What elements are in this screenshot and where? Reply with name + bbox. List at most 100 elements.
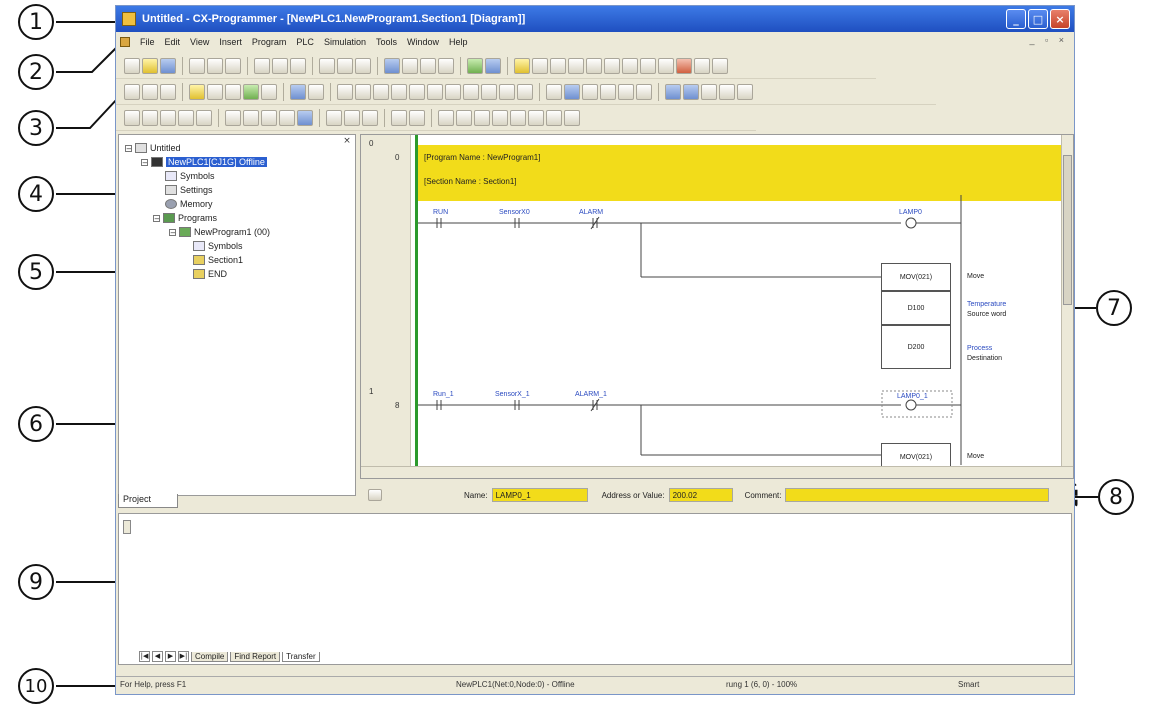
coil-nc-icon[interactable] [463,83,479,100]
transfer-to-plc-icon[interactable] [665,83,681,100]
menu-file[interactable]: File [140,37,155,47]
vertical-scrollbar[interactable] [1061,135,1073,468]
paste-icon[interactable] [290,57,306,74]
menu-program[interactable]: Program [252,37,287,47]
run-mode-icon[interactable] [636,83,652,100]
scroll-thumb[interactable] [1063,155,1072,305]
compile-icon[interactable] [658,57,674,74]
stop-sim-icon[interactable] [510,109,526,126]
address-field[interactable]: 200.02 [668,488,733,502]
tree-memory[interactable]: Memory [165,199,213,209]
simulator-io-icon[interactable] [160,109,176,126]
break-icon[interactable] [391,109,407,126]
redo-icon[interactable] [337,57,353,74]
window-icon[interactable] [604,57,620,74]
save-icon[interactable] [160,57,176,74]
menu-tools[interactable]: Tools [376,37,397,47]
menu-plc[interactable]: PLC [296,37,314,47]
tree-programs[interactable]: − Programs [153,213,217,223]
tab-compile[interactable]: Compile [191,651,229,662]
mdi-window-buttons[interactable]: _ ▫ × [1030,35,1068,45]
online-edit-icon[interactable] [719,83,735,100]
cut-icon[interactable] [254,57,270,74]
contact-or-icon[interactable] [373,83,389,100]
output-grip[interactable] [123,520,131,534]
zoom-out-icon[interactable] [550,57,566,74]
name-field[interactable]: LAMP0_1 [491,488,588,502]
skip-end-icon[interactable] [546,109,562,126]
horizontal-line-icon[interactable] [427,83,443,100]
collapse-icon[interactable]: − [153,214,160,222]
send-changes-icon[interactable] [737,83,753,100]
open-icon[interactable] [142,57,158,74]
cascade-icon[interactable] [640,57,656,74]
time-chart-icon[interactable] [243,109,259,126]
monitor-icon[interactable] [586,57,602,74]
zoom-in-icon[interactable] [532,57,548,74]
horizontal-scrollbar[interactable] [361,466,1073,478]
contact-label[interactable]: ALARM_1 [575,391,607,398]
step-out-icon[interactable] [456,109,472,126]
force-on-icon[interactable] [261,109,277,126]
ladder-icon[interactable] [290,83,306,100]
instruction-box[interactable]: MOV(021) [881,263,951,291]
tree-settings[interactable]: Settings [165,185,213,195]
minimize-button[interactable]: _ [1006,9,1026,29]
tab-project[interactable]: Project [118,494,178,508]
contact-no-icon[interactable] [337,83,353,100]
warning-icon[interactable] [514,57,530,74]
contact-label[interactable]: SensorX_1 [495,391,530,398]
undo-icon[interactable] [319,57,335,74]
find-next-icon[interactable] [420,57,436,74]
tile-icon[interactable] [622,57,638,74]
coil-label[interactable]: LAMP0 [899,209,922,216]
first-tab-button[interactable]: |◀ [139,651,150,662]
replace-icon[interactable] [402,57,418,74]
compare-icon[interactable] [701,83,717,100]
pointer-icon[interactable] [124,83,140,100]
force-off-icon[interactable] [279,109,295,126]
comment-icon[interactable] [207,83,223,100]
settings-icon[interactable] [694,57,710,74]
watch-icon[interactable] [297,109,313,126]
monitor-mode-icon[interactable] [582,83,598,100]
work-online-simulator-icon[interactable] [124,109,140,126]
ladder-diagram[interactable]: 0 0 1 8 [Program Name : NewProgram1] [Se… [360,134,1074,479]
tree-program[interactable]: − NewProgram1 (00) [169,227,270,237]
line-connect-icon[interactable] [517,83,533,100]
menu-window[interactable]: Window [407,37,439,47]
tree-section1[interactable]: Section1 [193,255,243,265]
tab-find-report[interactable]: Find Report [230,651,281,662]
operand-box[interactable]: D100 [881,291,951,325]
contact-or-nc-icon[interactable] [391,83,407,100]
print-preview-icon[interactable] [225,57,241,74]
menu-simulation[interactable]: Simulation [324,37,366,47]
operand-box[interactable]: D200 [881,325,951,369]
debug-mode-icon[interactable] [618,83,634,100]
vertical-line-icon[interactable] [409,83,425,100]
bit-icon[interactable] [499,83,515,100]
print-icon[interactable] [207,57,223,74]
section-icon[interactable] [189,83,205,100]
simulator-settings-icon[interactable] [142,109,158,126]
tree-program-symbols[interactable]: Symbols [193,241,243,251]
find-icon[interactable] [384,57,400,74]
collapse-icon[interactable]: − [169,228,176,236]
zoom-icon[interactable] [142,83,158,100]
simulator-edit-icon[interactable] [196,109,212,126]
edit-icon[interactable] [712,57,728,74]
grid-icon[interactable] [568,57,584,74]
io-table-icon[interactable] [261,83,277,100]
delete-icon[interactable] [355,57,371,74]
stop-icon[interactable] [676,57,692,74]
title-bar[interactable]: Untitled - CX-Programmer - [NewPLC1.NewP… [116,6,1074,32]
step-in-icon[interactable] [438,109,454,126]
document-icon[interactable] [120,37,130,47]
help-icon[interactable] [467,57,483,74]
menu-view[interactable]: View [190,37,209,47]
last-tab-button[interactable]: ▶| [178,651,189,662]
tree-symbols[interactable]: Symbols [165,171,215,181]
coil-icon[interactable] [445,83,461,100]
plc-icon[interactable] [189,57,205,74]
tree-plc[interactable]: − NewPLC1[CJ1G] Offline [141,157,267,167]
